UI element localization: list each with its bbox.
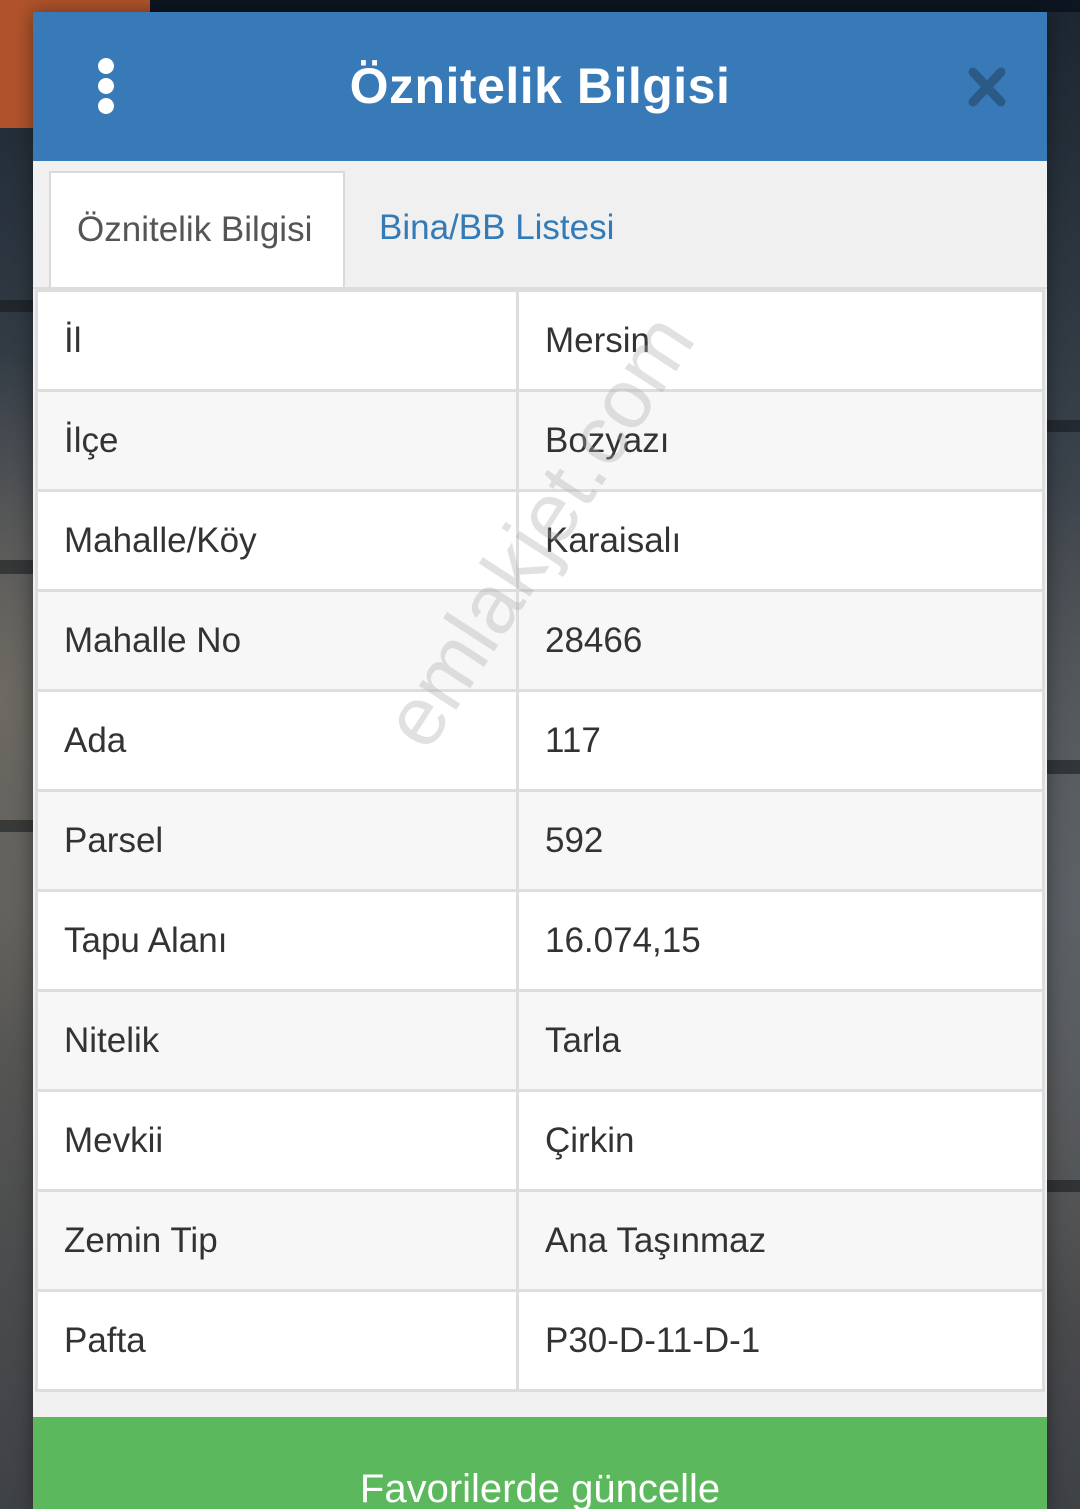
attribute-key: Mahalle/Köy: [35, 489, 519, 592]
attribute-key: İl: [35, 289, 519, 392]
table-row: İl Mersin: [35, 289, 1045, 392]
attribute-value: 117: [516, 689, 1045, 792]
dialog-header: Öznitelik Bilgisi: [33, 12, 1047, 161]
map-field-line: [0, 560, 33, 574]
dialog-title: Öznitelik Bilgisi: [349, 58, 731, 114]
update-favorites-button[interactable]: Favorilerde güncelle: [33, 1417, 1047, 1509]
tab-attribute-info[interactable]: Öznitelik Bilgisi: [49, 171, 345, 289]
table-row: Mahalle/Köy Karaisalı: [35, 489, 1045, 592]
attribute-key: Ada: [35, 689, 519, 792]
attribute-key: Nitelik: [35, 989, 519, 1092]
attribute-key: Tapu Alanı: [35, 889, 519, 992]
table-row: Ada 117: [35, 689, 1045, 792]
close-icon[interactable]: [967, 66, 1007, 108]
map-top-edge: [150, 0, 1080, 12]
attribute-table: İl Mersin İlçe Bozyazı Mahalle/Köy Karai…: [35, 289, 1045, 1392]
table-row: Parsel 592: [35, 789, 1045, 892]
table-row: Zemin Tip Ana Taşınmaz: [35, 1189, 1045, 1292]
attribute-key: Mevkii: [35, 1089, 519, 1192]
attribute-key: İlçe: [35, 389, 519, 492]
table-row: Nitelik Tarla: [35, 989, 1045, 1092]
attribute-value: Bozyazı: [516, 389, 1045, 492]
tab-building-list[interactable]: Bina/BB Listesi: [353, 171, 640, 289]
attribute-value: 28466: [516, 589, 1045, 692]
table-row: Mevkii Çirkin: [35, 1089, 1045, 1192]
table-row: Tapu Alanı 16.074,15: [35, 889, 1045, 992]
map-field-line: [0, 820, 33, 832]
vertical-ellipsis-icon[interactable]: [95, 58, 117, 114]
attribute-key: Pafta: [35, 1289, 519, 1392]
attribute-value: Karaisalı: [516, 489, 1045, 592]
table-row: İlçe Bozyazı: [35, 389, 1045, 492]
map-field-line: [1047, 420, 1080, 432]
attribute-value: 16.074,15: [516, 889, 1045, 992]
attribute-key: Zemin Tip: [35, 1189, 519, 1292]
attribute-value: Ana Taşınmaz: [516, 1189, 1045, 1292]
attribute-value: P30-D-11-D-1: [516, 1289, 1045, 1392]
table-row: Mahalle No 28466: [35, 589, 1045, 692]
map-field-line: [1047, 760, 1080, 774]
map-field-line: [1047, 1180, 1080, 1192]
attribute-value: Çirkin: [516, 1089, 1045, 1192]
attribute-value: Mersin: [516, 289, 1045, 392]
attribute-value: 592: [516, 789, 1045, 892]
table-row: Pafta P30-D-11-D-1: [35, 1289, 1045, 1392]
attribute-key: Mahalle No: [35, 589, 519, 692]
attribute-key: Parsel: [35, 789, 519, 892]
attribute-dialog: Öznitelik Bilgisi Öznitelik Bilgisi Bina…: [33, 12, 1047, 1509]
attribute-value: Tarla: [516, 989, 1045, 1092]
tab-bar: Öznitelik Bilgisi Bina/BB Listesi: [33, 161, 1047, 289]
map-field-line: [0, 300, 33, 312]
